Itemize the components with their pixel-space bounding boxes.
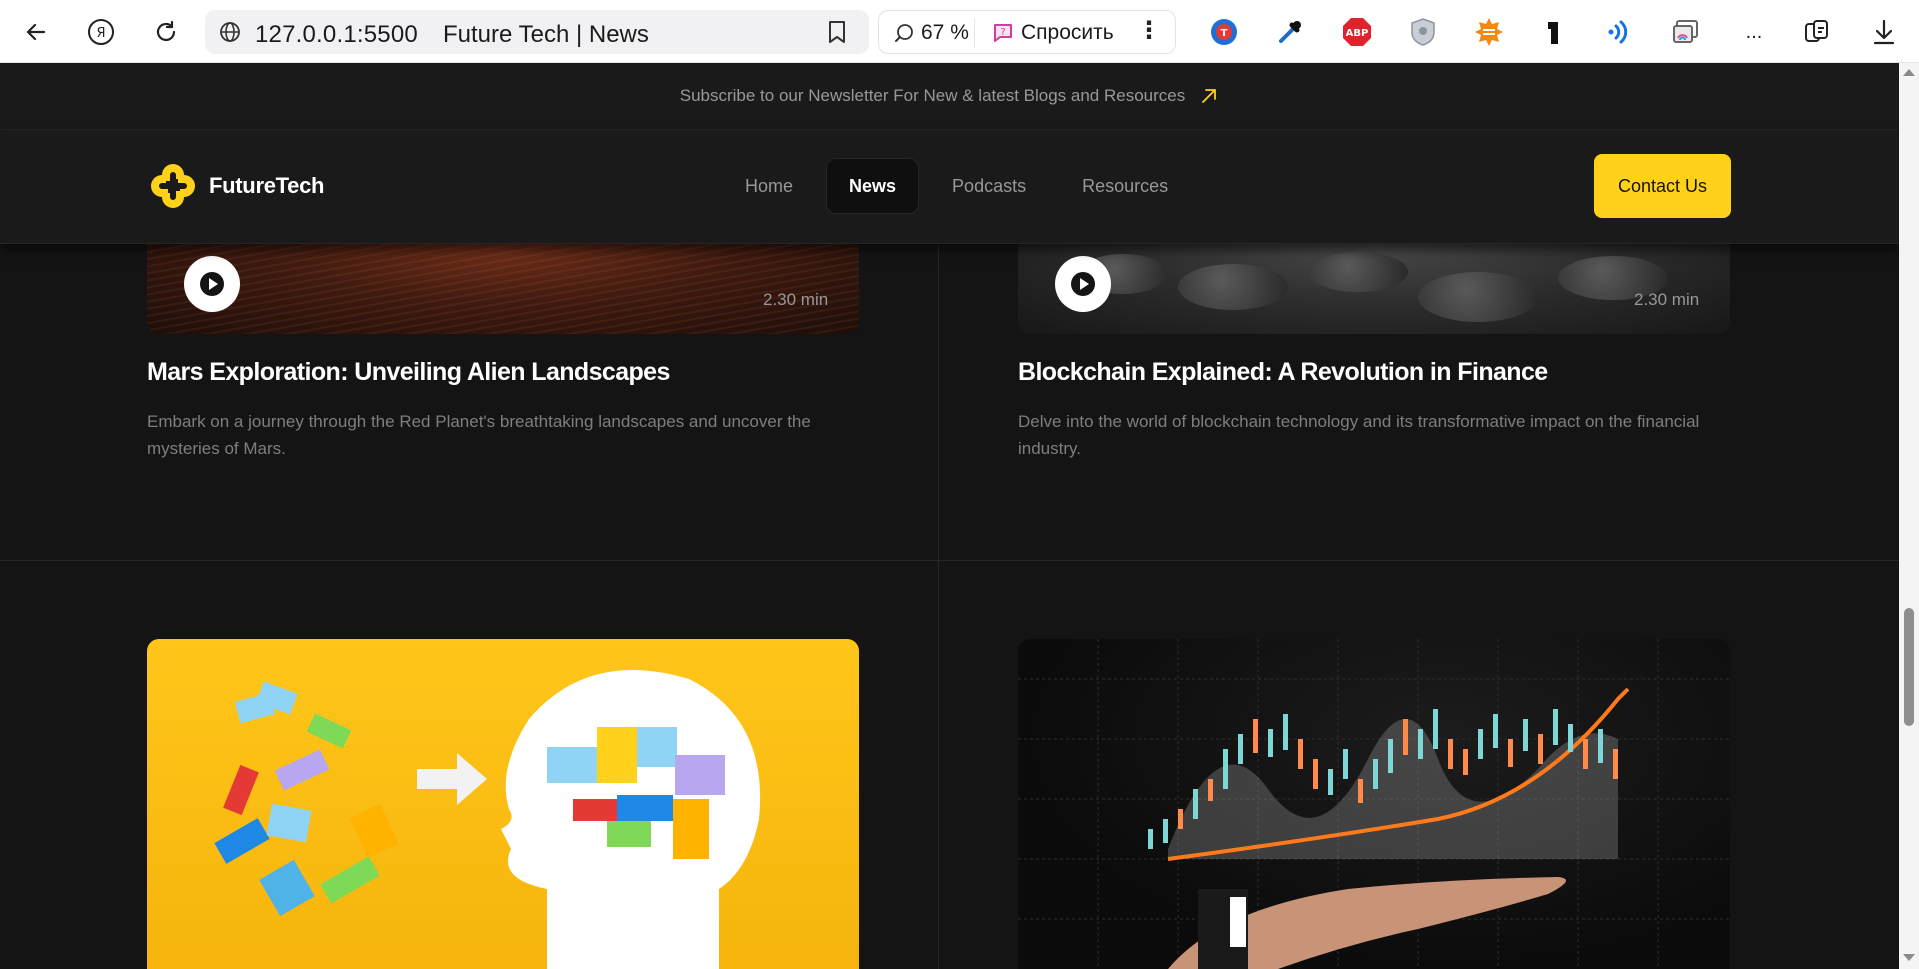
main-nav: Home News Podcasts Resources bbox=[722, 158, 1191, 214]
adblock-label: ABP bbox=[1346, 28, 1369, 39]
column-divider bbox=[938, 244, 939, 561]
one-icon bbox=[1548, 22, 1558, 44]
sun-extension[interactable] bbox=[1471, 14, 1507, 50]
reload-icon bbox=[156, 20, 176, 41]
chat-zoom-icon bbox=[895, 24, 913, 42]
news-row: 2.30 min 2.30 min Mars Exploration: Unve… bbox=[0, 244, 1899, 561]
scroll-up-icon[interactable] bbox=[1903, 69, 1915, 76]
ask-ai-icon: ? bbox=[994, 24, 1012, 42]
wifi-extension[interactable] bbox=[1602, 14, 1638, 50]
download-icon bbox=[1873, 19, 1895, 45]
scrollbar-thumb[interactable] bbox=[1904, 608, 1914, 726]
coin-shape bbox=[1178, 264, 1288, 310]
collections-icon bbox=[1805, 20, 1828, 42]
column-divider bbox=[938, 561, 939, 969]
ask-button[interactable]: ? Спросить bbox=[991, 21, 1114, 45]
card-description: Embark on a journey through the Red Plan… bbox=[147, 412, 811, 458]
puzzle-brain-illustration bbox=[214, 670, 761, 969]
nav-news[interactable]: News bbox=[826, 158, 920, 214]
more-vertical-icon[interactable]: ⋮ bbox=[1137, 19, 1161, 43]
ask-label: Спросить bbox=[1021, 21, 1114, 44]
globe-icon bbox=[220, 22, 240, 42]
nav-home[interactable]: Home bbox=[722, 158, 816, 214]
sun-icon bbox=[1475, 18, 1503, 46]
page-viewport: Subscribe to our Newsletter For New & la… bbox=[0, 63, 1899, 969]
futuretech-logo-icon bbox=[151, 164, 195, 208]
eyedropper-icon bbox=[1279, 21, 1301, 43]
card-description: Delve into the world of blockchain techn… bbox=[1018, 412, 1700, 458]
stock-chart-thumbnail[interactable] bbox=[1018, 639, 1730, 969]
stock-chart-illustration bbox=[1018, 639, 1730, 969]
zoom-level: 67 % bbox=[921, 21, 969, 44]
back-arrow-icon bbox=[26, 23, 46, 41]
collections-button[interactable] bbox=[1799, 14, 1835, 50]
back-button[interactable] bbox=[18, 14, 54, 50]
newsletter-text: Subscribe to our Newsletter For New & la… bbox=[679, 86, 1186, 105]
downloads-button[interactable] bbox=[1866, 14, 1902, 50]
play-button[interactable] bbox=[184, 256, 240, 312]
coin-shape bbox=[1418, 272, 1538, 322]
adblock-icon: ABP bbox=[1343, 18, 1371, 46]
page-scrollbar[interactable] bbox=[1899, 63, 1919, 969]
svg-text:T: T bbox=[1221, 28, 1228, 39]
scroll-down-icon[interactable] bbox=[1903, 954, 1915, 961]
eyedropper-extension[interactable] bbox=[1272, 14, 1308, 50]
video-duration: 2.30 min bbox=[1634, 290, 1700, 309]
wifi-icon bbox=[1608, 20, 1628, 44]
coin-shape bbox=[1308, 252, 1408, 292]
nav-resources[interactable]: Resources bbox=[1059, 158, 1191, 214]
yandex-button[interactable]: Я bbox=[83, 14, 119, 50]
bookmark-icon[interactable] bbox=[827, 20, 847, 44]
more-extensions-button[interactable]: ... bbox=[1736, 14, 1772, 50]
adblock-extension[interactable]: ABP bbox=[1339, 14, 1375, 50]
url-text: 127.0.0.1:5500 bbox=[255, 21, 418, 48]
cast-icon bbox=[1673, 20, 1698, 43]
contact-us-button[interactable]: Contact Us bbox=[1594, 154, 1731, 218]
newsletter-banner[interactable]: Subscribe to our Newsletter For New & la… bbox=[0, 63, 1899, 130]
browser-toolbar: Я 127.0.0.1:5500 Future Tech | News 67 %… bbox=[0, 0, 1919, 63]
logo-text: FutureTech bbox=[209, 173, 325, 198]
puzzle-brain-thumbnail[interactable] bbox=[147, 639, 859, 969]
one-extension[interactable] bbox=[1536, 14, 1572, 50]
play-icon bbox=[1071, 272, 1095, 296]
more-extensions-label: ... bbox=[1745, 20, 1763, 43]
mars-video-thumbnail[interactable] bbox=[147, 244, 859, 334]
pill-divider bbox=[974, 18, 975, 48]
site-header: FutureTech Home News Podcasts Resources … bbox=[0, 130, 1899, 244]
shield-extension[interactable] bbox=[1405, 14, 1441, 50]
blockchain-video-thumbnail[interactable] bbox=[1018, 244, 1730, 334]
translate-extension[interactable]: T bbox=[1206, 14, 1242, 50]
nav-podcasts[interactable]: Podcasts bbox=[929, 158, 1049, 214]
zoom-indicator[interactable]: 67 % bbox=[893, 21, 969, 45]
play-button[interactable] bbox=[1055, 256, 1111, 312]
card-title[interactable]: Blockchain Explained: A Revolution in Fi… bbox=[1018, 358, 1548, 387]
cast-extension[interactable] bbox=[1668, 14, 1704, 50]
svg-text:Я: Я bbox=[96, 26, 105, 41]
yandex-icon: Я bbox=[88, 19, 114, 45]
reload-button[interactable] bbox=[148, 14, 184, 50]
card-title[interactable]: Mars Exploration: Unveiling Alien Landsc… bbox=[147, 358, 670, 387]
arrow-up-right-icon bbox=[1202, 89, 1217, 103]
page-title: Future Tech | News bbox=[443, 21, 649, 48]
shield-icon bbox=[1411, 18, 1435, 46]
play-icon bbox=[200, 272, 224, 296]
assistant-pill: 67 % ? Спросить ⋮ bbox=[878, 10, 1176, 54]
video-duration: 2.30 min bbox=[763, 290, 829, 309]
site-logo[interactable]: FutureTech bbox=[147, 160, 324, 212]
address-bar[interactable]: 127.0.0.1:5500 Future Tech | News bbox=[205, 10, 869, 54]
svg-text:?: ? bbox=[1000, 27, 1005, 38]
translate-icon: T bbox=[1211, 19, 1237, 45]
